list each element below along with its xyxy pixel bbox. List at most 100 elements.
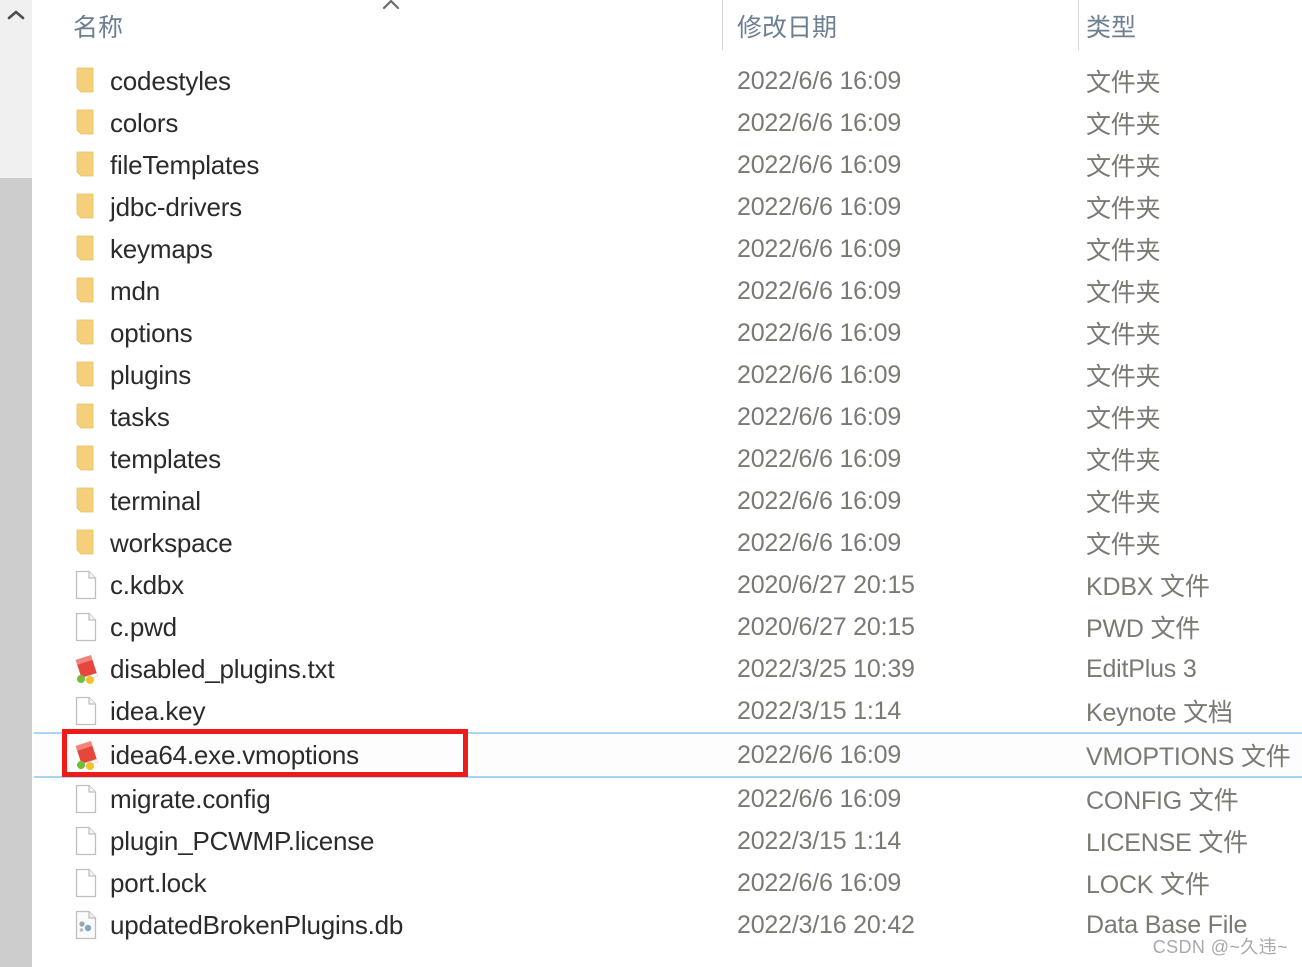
- file-name-label: tasks: [110, 401, 170, 432]
- date-modified-label: 2022/6/6 16:09: [737, 740, 902, 769]
- cell-type: 文件夹: [1086, 102, 1161, 144]
- column-header-name[interactable]: 名称: [73, 8, 123, 44]
- file-name-label: plugin_PCWMP.license: [110, 825, 375, 856]
- cell-type: CONFIG 文件: [1086, 778, 1239, 820]
- cell-name[interactable]: c.pwd: [73, 606, 177, 648]
- table-row[interactable]: c.kdbx 2020/6/27 20:15 KDBX 文件: [34, 564, 1302, 606]
- folder-icon: [73, 444, 99, 474]
- cell-name[interactable]: migrate.config: [73, 778, 271, 820]
- file-name-label: idea64.exe.vmoptions: [110, 739, 359, 770]
- table-row[interactable]: migrate.config 2022/6/6 16:09 CONFIG 文件: [34, 778, 1302, 820]
- table-row[interactable]: workspace 2022/6/6 16:09 文件夹: [34, 522, 1302, 564]
- cell-name[interactable]: idea64.exe.vmoptions: [73, 734, 359, 776]
- cell-type: VMOPTIONS 文件: [1086, 734, 1291, 776]
- cell-date-modified: 2022/6/6 16:09: [737, 862, 901, 904]
- table-row[interactable]: plugins 2022/6/6 16:09 文件夹: [34, 354, 1302, 396]
- date-modified-label: 2022/6/6 16:09: [737, 360, 902, 389]
- folder-icon: [73, 66, 99, 96]
- folder-icon: [73, 528, 99, 558]
- cell-date-modified: 2022/6/6 16:09: [737, 60, 901, 102]
- column-divider-date-type[interactable]: [1078, 0, 1079, 50]
- folder-icon: [73, 234, 99, 264]
- table-row[interactable]: options 2022/6/6 16:09 文件夹: [34, 312, 1302, 354]
- file-type-label: 文件夹: [1086, 111, 1161, 139]
- cell-type: 文件夹: [1086, 312, 1161, 354]
- date-modified-label: 2022/3/16 20:42: [737, 910, 915, 939]
- column-header-date[interactable]: 修改日期: [737, 8, 837, 44]
- table-row[interactable]: jdbc-drivers 2022/6/6 16:09 文件夹: [34, 186, 1302, 228]
- date-modified-label: 2022/6/6 16:09: [737, 402, 902, 431]
- table-row[interactable]: c.pwd 2020/6/27 20:15 PWD 文件: [34, 606, 1302, 648]
- cell-name[interactable]: workspace: [73, 522, 233, 564]
- vertical-scrollbar[interactable]: [0, 0, 33, 967]
- table-row[interactable]: tasks 2022/6/6 16:09 文件夹: [34, 396, 1302, 438]
- cell-name[interactable]: idea.key: [73, 690, 205, 732]
- cell-type: 文件夹: [1086, 396, 1161, 438]
- cell-type: 文件夹: [1086, 144, 1161, 186]
- cell-name[interactable]: plugins: [73, 354, 191, 396]
- file-name-label: plugins: [110, 359, 191, 390]
- file-type-label: 文件夹: [1086, 69, 1161, 97]
- cell-name[interactable]: colors: [73, 102, 178, 144]
- folder-icon: [73, 486, 99, 516]
- scrollbar-thumb[interactable]: [0, 178, 32, 967]
- table-row[interactable]: terminal 2022/6/6 16:09 文件夹: [34, 480, 1302, 522]
- cell-name[interactable]: updatedBrokenPlugins.db: [73, 904, 403, 946]
- table-row[interactable]: mdn 2022/6/6 16:09 文件夹: [34, 270, 1302, 312]
- cell-name[interactable]: c.kdbx: [73, 564, 184, 606]
- file-type-label: KDBX 文件: [1086, 573, 1210, 601]
- file-name-label: colors: [110, 107, 179, 138]
- generic-file-icon: [73, 696, 99, 726]
- cell-date-modified: 2022/6/6 16:09: [737, 102, 901, 144]
- cell-name[interactable]: port.lock: [73, 862, 207, 904]
- column-divider-name-date[interactable]: [722, 0, 723, 50]
- date-modified-label: 2022/6/6 16:09: [737, 784, 902, 813]
- file-type-label: EditPlus 3: [1086, 654, 1197, 683]
- file-name-label: options: [110, 317, 193, 348]
- table-row[interactable]: codestyles 2022/6/6 16:09 文件夹: [34, 60, 1302, 102]
- file-name-label: terminal: [110, 485, 201, 516]
- date-modified-label: 2020/6/27 20:15: [737, 570, 915, 599]
- table-row[interactable]: disabled_plugins.txt 2022/3/25 10:39 EditP…: [34, 648, 1302, 690]
- folder-icon: [73, 318, 99, 348]
- scroll-up-button[interactable]: [0, 0, 32, 30]
- date-modified-label: 2022/6/6 16:09: [737, 276, 902, 305]
- watermark-text: CSDN @~久违~: [1152, 937, 1288, 957]
- table-row[interactable]: idea.key 2022/3/15 1:14 Keynote 文档: [34, 690, 1302, 732]
- table-row[interactable]: templates 2022/6/6 16:09 文件夹: [34, 438, 1302, 480]
- cell-name[interactable]: options: [73, 312, 193, 354]
- table-row[interactable]: idea64.exe.vmoptions 2022/6/6 16:09 VMOPTI…: [34, 732, 1302, 778]
- file-type-label: 文件夹: [1086, 363, 1161, 391]
- editplus-file-icon: [73, 740, 99, 770]
- folder-icon: [73, 150, 99, 180]
- cell-name[interactable]: jdbc-drivers: [73, 186, 242, 228]
- cell-name[interactable]: codestyles: [73, 60, 231, 102]
- cell-name[interactable]: plugin_PCWMP.license: [73, 820, 375, 862]
- cell-name[interactable]: keymaps: [73, 228, 213, 270]
- cell-name[interactable]: fileTemplates: [73, 144, 259, 186]
- folder-icon: [73, 402, 99, 432]
- table-row[interactable]: keymaps 2022/6/6 16:09 文件夹: [34, 228, 1302, 270]
- file-name-label: mdn: [110, 275, 160, 306]
- cell-name[interactable]: mdn: [73, 270, 160, 312]
- file-type-label: PWD 文件: [1086, 615, 1201, 643]
- table-row[interactable]: fileTemplates 2022/6/6 16:09 文件夹: [34, 144, 1302, 186]
- folder-icon: [73, 276, 99, 306]
- cell-name[interactable]: terminal: [73, 480, 201, 522]
- cell-name[interactable]: tasks: [73, 396, 170, 438]
- table-row[interactable]: updatedBrokenPlugins.db 2022/3/16 20:42 Da…: [34, 904, 1302, 946]
- cell-name[interactable]: templates: [73, 438, 221, 480]
- cell-date-modified: 2020/6/27 20:15: [737, 564, 915, 606]
- cell-type: 文件夹: [1086, 60, 1161, 102]
- date-modified-label: 2020/6/27 20:15: [737, 612, 915, 641]
- file-type-label: 文件夹: [1086, 489, 1161, 517]
- table-row[interactable]: port.lock 2022/6/6 16:09 LOCK 文件: [34, 862, 1302, 904]
- column-header-type[interactable]: 类型: [1086, 8, 1136, 44]
- table-row[interactable]: colors 2022/6/6 16:09 文件夹: [34, 102, 1302, 144]
- file-type-label: 文件夹: [1086, 321, 1161, 349]
- cell-name[interactable]: disabled_plugins.txt: [73, 648, 335, 690]
- file-name-label: jdbc-drivers: [110, 191, 242, 222]
- table-row[interactable]: plugin_PCWMP.license 2022/3/15 1:14 LICENS…: [34, 820, 1302, 862]
- date-modified-label: 2022/6/6 16:09: [737, 444, 902, 473]
- date-modified-label: 2022/6/6 16:09: [737, 192, 902, 221]
